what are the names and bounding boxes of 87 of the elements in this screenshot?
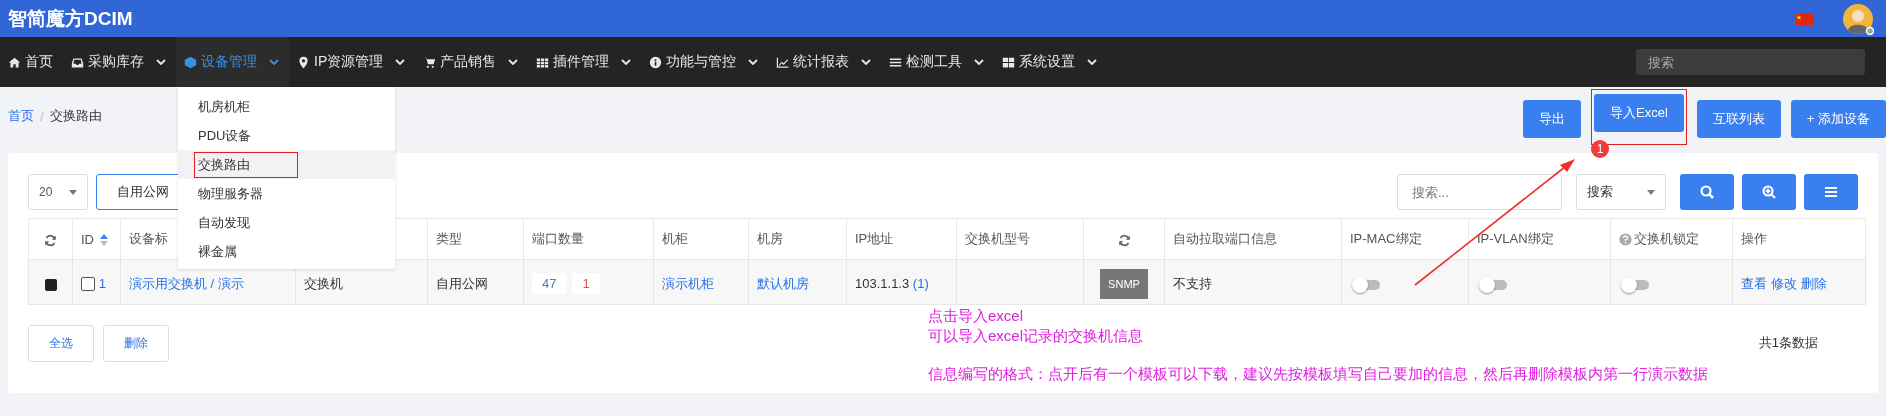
action-button[interactable]: 导入Excel [1594, 93, 1684, 132]
cart-icon [423, 55, 437, 69]
line-chart-icon [776, 55, 790, 69]
columns-button[interactable] [1804, 174, 1858, 210]
page-size-select[interactable]: 20 [28, 174, 88, 210]
table-cell: 不支持 [1173, 275, 1212, 291]
column-header: 类型 [436, 231, 462, 246]
row-action-link[interactable]: 查看 [1741, 275, 1767, 291]
menu-item[interactable]: 交换路由 [178, 150, 395, 179]
menu-item[interactable]: PDU设备 [178, 121, 395, 150]
breadcrumb-separator: / [40, 108, 44, 124]
annotation-text: 可以导入excel记录的交换机信息 [928, 326, 1145, 346]
nav-item[interactable]: IP资源管理 [289, 37, 416, 87]
column-header: 设备标 [129, 231, 168, 246]
action-button[interactable]: 导出 [1523, 100, 1581, 138]
column-header: 端口数量 [532, 231, 584, 246]
grid-icon [1002, 55, 1016, 69]
refresh-icon[interactable] [1117, 233, 1131, 247]
port-count: 1 [572, 273, 600, 294]
column-header: 机柜 [662, 231, 688, 246]
table-link[interactable]: 默认机房 [757, 275, 809, 291]
nav-item[interactable]: 产品销售 [415, 37, 529, 87]
refresh-icon[interactable] [44, 233, 57, 247]
row-action-link[interactable]: 修改 [1771, 275, 1797, 291]
list-icon [889, 55, 903, 69]
table-link[interactable]: 1 [98, 275, 106, 291]
total-count: 共1条数据 [1758, 334, 1818, 352]
table-cell: 自用公网 [436, 275, 488, 291]
table-cell: 交换机 [304, 275, 343, 291]
menu-item[interactable]: 自动发现 [178, 208, 395, 237]
inbox-icon [71, 55, 84, 69]
menu-icon [1823, 184, 1839, 200]
nav-item[interactable]: 插件管理 [528, 37, 642, 87]
nav-item[interactable]: 统计报表 [768, 37, 882, 87]
column-header[interactable]: ID [81, 231, 94, 247]
nav-item[interactable]: 系统设置 [994, 37, 1108, 87]
advanced-search-button[interactable] [1742, 174, 1796, 210]
zoom-in-icon [1761, 184, 1777, 200]
column-header: IP地址 [855, 231, 894, 246]
search-icon [1699, 184, 1715, 200]
caret-icon [69, 189, 77, 195]
menu-item[interactable]: 裸金属 [178, 237, 395, 266]
row-checkbox[interactable] [81, 277, 95, 292]
status-square-icon [44, 278, 57, 291]
info-icon [649, 55, 663, 69]
nav-item[interactable]: 检测工具 [881, 37, 995, 87]
grid-icon [536, 55, 550, 69]
annotation-text: 信息编写的格式：点开后有一个模板可以下载，建议先按模板填写自己要加的信息，然后再删除模板内第一行演示数据 [928, 364, 1708, 384]
search-field[interactable]: 搜索... [1397, 174, 1562, 210]
port-count: 47 [532, 273, 567, 294]
column-header: 操作 [1741, 231, 1767, 246]
search-button[interactable] [1680, 174, 1734, 210]
nav-item[interactable]: 采购库存 [63, 37, 176, 87]
ip-count-link[interactable]: (1) [912, 276, 929, 291]
caret-icon [1647, 189, 1655, 195]
search-field-select[interactable]: 搜索 [1576, 174, 1666, 210]
column-header: 交换机锁定 [1634, 231, 1699, 246]
column-header: IP-VLAN绑定 [1477, 231, 1554, 246]
action-button[interactable]: 互联列表 [1696, 100, 1781, 138]
avatar[interactable] [1842, 2, 1874, 35]
column-header: IP-MAC绑定 [1350, 231, 1422, 246]
map-pin-icon [297, 55, 310, 69]
column-header: 自动拉取端口信息 [1173, 231, 1277, 246]
row-action-link[interactable]: 删除 [1801, 275, 1827, 291]
breadcrumb-link[interactable]: 首页 [8, 107, 34, 125]
nav-item[interactable]: 设备管理 [176, 37, 289, 87]
snmp-badge[interactable]: SNMP [1100, 268, 1148, 299]
footer-button[interactable]: 全选 [28, 325, 94, 362]
app-title: 智简魔方DCIM [8, 6, 133, 31]
action-button[interactable]: + 添加设备 [1790, 100, 1886, 138]
table-link[interactable]: 演示机柜 [662, 275, 714, 291]
help-icon[interactable] [1619, 233, 1632, 247]
search-field[interactable]: 搜索 [1636, 49, 1865, 75]
breadcrumb-current: 交换路由 [49, 107, 102, 125]
column-header: 机房 [757, 231, 783, 246]
step-badge: 1 [1591, 140, 1609, 158]
menu-item[interactable]: 机房机柜 [178, 92, 395, 121]
annotation-text: 点击导入excel [928, 306, 1025, 326]
sort-icon[interactable] [100, 234, 108, 247]
nav-item[interactable]: 功能与管控 [641, 37, 769, 87]
home-icon [8, 55, 21, 69]
column-header: 交换机型号 [965, 231, 1030, 246]
nav-item[interactable]: 首页 [0, 37, 63, 87]
ip-address: 103.1.1.3 [855, 276, 910, 291]
cube-icon [184, 55, 197, 69]
footer-button[interactable]: 删除 [103, 325, 169, 362]
flag-icon[interactable] [1796, 12, 1814, 25]
